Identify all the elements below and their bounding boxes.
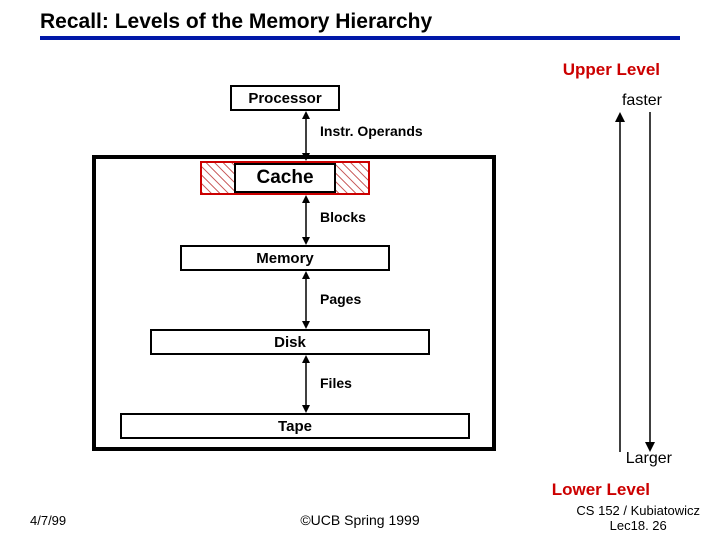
larger-label: Larger bbox=[626, 450, 672, 468]
arrow-disk-tape-icon bbox=[300, 355, 312, 413]
faster-label: faster bbox=[622, 92, 662, 110]
lower-level-label: Lower Level bbox=[552, 480, 650, 500]
hierarchy-diagram: Processor Instr. Operands Cache Blocks M… bbox=[100, 85, 500, 480]
processor-label: Processor bbox=[248, 90, 321, 107]
cache-box: Cache bbox=[200, 161, 370, 195]
arrow-processor-cache-icon bbox=[300, 111, 312, 161]
upper-level-label: Upper Level bbox=[563, 60, 660, 80]
title-area: Recall: Levels of the Memory Hierarchy bbox=[40, 10, 680, 40]
cache-label: Cache bbox=[234, 163, 335, 193]
faster-arrow-icon bbox=[614, 112, 626, 452]
course-line2: Lec18. 26 bbox=[610, 518, 667, 533]
instr-operands-label: Instr. Operands bbox=[320, 123, 423, 139]
files-label: Files bbox=[320, 375, 352, 391]
course-line1: CS 152 / Kubiatowicz bbox=[576, 503, 700, 518]
tape-box: Tape bbox=[120, 413, 470, 439]
larger-arrow-icon bbox=[644, 112, 656, 452]
course-footer: CS 152 / Kubiatowicz Lec18. 26 bbox=[576, 503, 700, 534]
pages-label: Pages bbox=[320, 291, 361, 307]
title-underline bbox=[40, 36, 680, 40]
disk-label: Disk bbox=[274, 334, 306, 351]
tape-label: Tape bbox=[278, 418, 312, 435]
slide-title: Recall: Levels of the Memory Hierarchy bbox=[40, 10, 680, 36]
grouping-box bbox=[92, 155, 496, 451]
copyright-footer: ©UCB Spring 1999 bbox=[300, 512, 419, 528]
memory-label: Memory bbox=[256, 250, 314, 267]
date-footer: 4/7/99 bbox=[30, 513, 66, 528]
arrow-memory-disk-icon bbox=[300, 271, 312, 329]
memory-box: Memory bbox=[180, 245, 390, 271]
arrow-cache-memory-icon bbox=[300, 195, 312, 245]
slide: Recall: Levels of the Memory Hierarchy U… bbox=[0, 0, 720, 540]
disk-box: Disk bbox=[150, 329, 430, 355]
processor-box: Processor bbox=[230, 85, 340, 111]
blocks-label: Blocks bbox=[320, 209, 366, 225]
